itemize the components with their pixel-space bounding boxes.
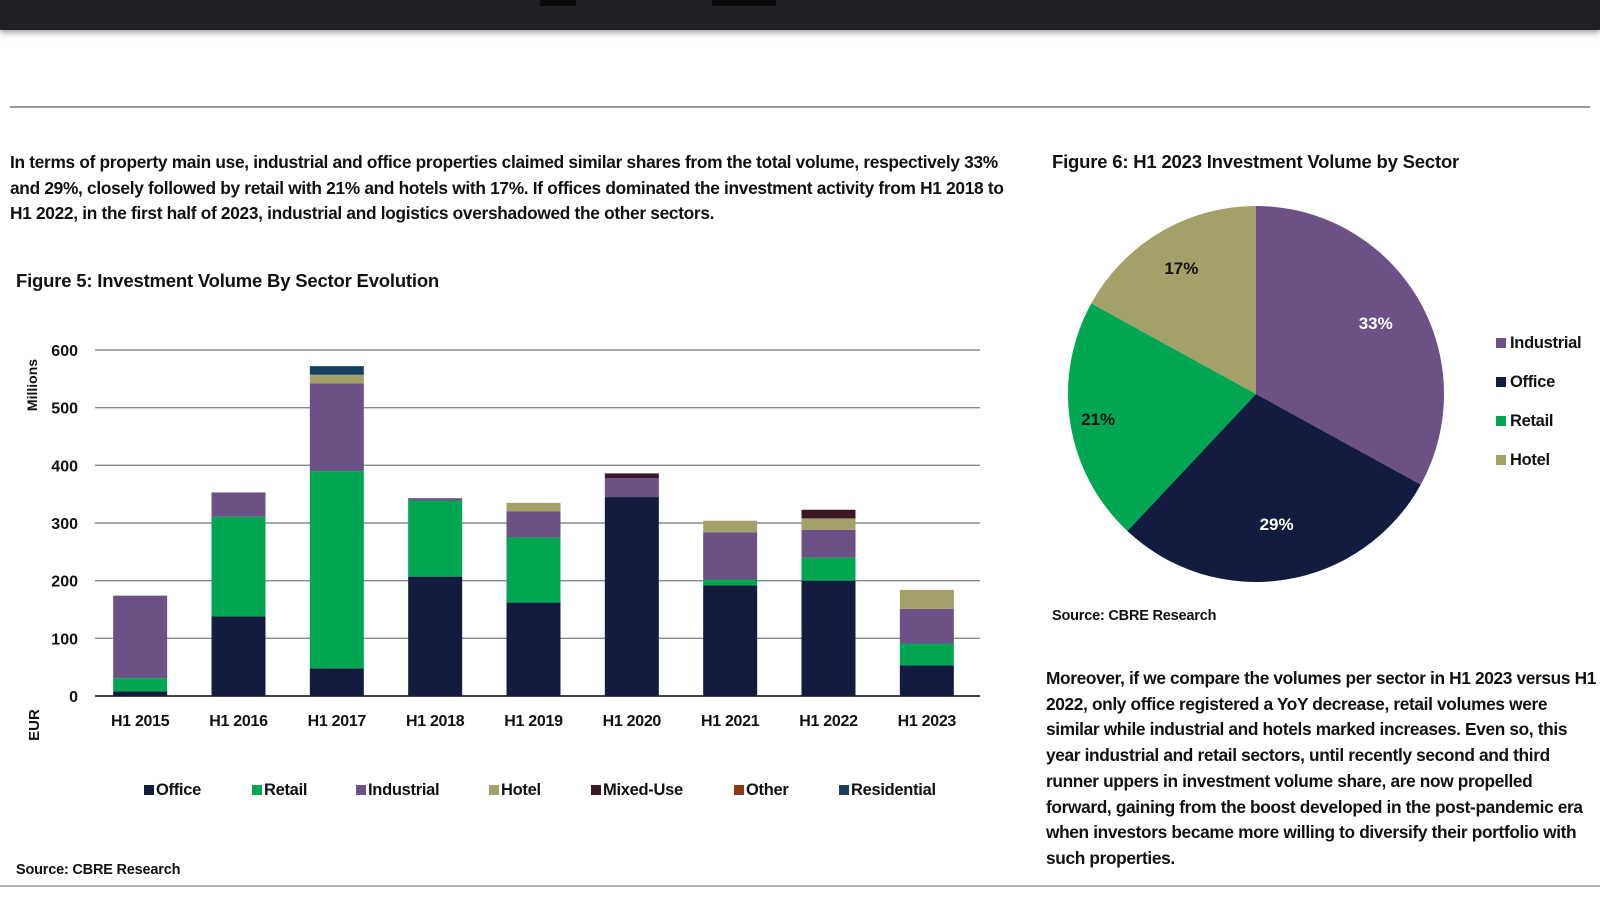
- page-divider: [10, 106, 1590, 108]
- bar-segment-industrial: [899, 608, 954, 644]
- legend-label: Mixed-Use: [603, 781, 683, 799]
- x-tick-label: H1 2018: [406, 713, 465, 730]
- figure6-title: Figure 6: H1 2023 Investment Volume by S…: [1052, 151, 1460, 172]
- x-tick-label: H1 2017: [308, 713, 367, 730]
- legend-label: Industrial: [1510, 334, 1581, 352]
- figure5-source: Source: CBRE Research: [16, 862, 181, 878]
- y-tick-label: 600: [51, 343, 78, 360]
- legend-label: Retail: [1510, 412, 1553, 430]
- pie-data-label: 33%: [1359, 314, 1393, 333]
- legend-swatch-mixed-use: [591, 785, 601, 795]
- pie-data-label: 17%: [1164, 259, 1198, 278]
- bar-segment-mixed-use: [604, 473, 659, 479]
- legend-label: Hotel: [1510, 451, 1550, 469]
- pie-data-label: 21%: [1081, 410, 1115, 429]
- bar-segment-retail: [113, 678, 168, 692]
- bar-segment-hotel: [506, 502, 561, 512]
- legend-label: Office: [156, 781, 201, 799]
- y-tick-label: 400: [51, 458, 78, 475]
- bottom-divider: [0, 885, 1600, 887]
- x-tick-label: H1 2022: [799, 713, 858, 730]
- bar-segment-industrial: [408, 498, 463, 501]
- legend-label: Hotel: [501, 781, 541, 799]
- bar-segment-retail: [703, 579, 758, 586]
- y-tick-label: 200: [51, 574, 78, 591]
- bar-segment-retail: [309, 471, 364, 669]
- bar-segment-office: [604, 497, 659, 696]
- bar-segment-industrial: [113, 595, 168, 679]
- bar-segment-industrial: [506, 511, 561, 538]
- y-tick-label: 500: [51, 401, 78, 418]
- x-tick-label: H1 2020: [603, 713, 662, 730]
- legend-label: Industrial: [368, 781, 439, 799]
- y-tick-label: 0: [69, 689, 78, 706]
- bar-segment-retail: [408, 500, 463, 577]
- bar-segment-industrial: [309, 383, 364, 472]
- x-tick-label: H1 2016: [209, 713, 268, 730]
- figure6-source: Source: CBRE Research: [1052, 608, 1217, 624]
- x-tick-label: H1 2021: [701, 713, 760, 730]
- legend-swatch-hotel: [1496, 455, 1506, 465]
- legend-label: Residential: [851, 781, 936, 799]
- bar-segment-industrial: [211, 492, 266, 517]
- y-tick-label: 300: [51, 516, 78, 533]
- legend-swatch-industrial: [356, 785, 366, 795]
- legend-swatch-industrial: [1496, 338, 1506, 348]
- bar-segment-mixed-use: [801, 509, 856, 519]
- legend-label: Other: [746, 781, 789, 799]
- legend-label: Retail: [264, 781, 307, 799]
- bar-segment-hotel: [309, 374, 364, 384]
- top-bar-tab-fragment: [712, 0, 776, 6]
- top-bar-tab-fragment: [540, 0, 576, 6]
- bar-segment-hotel: [801, 518, 856, 530]
- y-tick-label: 100: [51, 631, 78, 648]
- bar-segment-retail: [899, 643, 954, 666]
- window-top-bar: [0, 0, 1600, 30]
- x-tick-label: H1 2019: [504, 713, 563, 730]
- legend-swatch-residential: [839, 785, 849, 795]
- bar-segment-office: [113, 691, 168, 696]
- bar-segment-office: [211, 616, 266, 696]
- bar-chart: 0 100 200 300 400 500 600 Millions EUR H1 2015 H1 …: [24, 343, 980, 799]
- x-tick-label: H1 2015: [111, 713, 170, 730]
- figure5-title: Figure 5: Investment Volume By Sector Ev…: [16, 270, 440, 291]
- y-axis-unit-label: EUR: [26, 709, 43, 741]
- bar-segment-retail: [506, 537, 561, 603]
- intro-paragraph: In terms of property main use, industria…: [10, 152, 1004, 223]
- bar-segment-retail: [211, 516, 266, 617]
- legend-swatch-office: [1496, 377, 1506, 387]
- bar-segment-industrial: [703, 532, 758, 580]
- bar-segment-residential: [309, 366, 364, 375]
- bar-segment-retail: [801, 557, 856, 581]
- bar-segment-hotel: [899, 589, 954, 609]
- legend-swatch-other: [734, 785, 744, 795]
- x-tick-label: H1 2023: [898, 713, 957, 730]
- pie-chart: 33% 29% 21% 17% Industrial Office Retail Hotel: [1068, 206, 1582, 582]
- bar-segment-office: [801, 580, 856, 696]
- legend-label: Office: [1510, 373, 1555, 391]
- bar-segment-office: [506, 602, 561, 696]
- y-axis-label: Millions: [24, 359, 40, 411]
- bar-segment-office: [703, 585, 758, 696]
- legend-swatch-hotel: [489, 785, 499, 795]
- bar-segment-industrial: [604, 478, 659, 498]
- bar-segment-office: [899, 665, 954, 696]
- pie-data-label: 29%: [1260, 515, 1294, 534]
- bar-segment-office: [309, 668, 364, 696]
- legend-swatch-retail: [252, 785, 262, 795]
- bar-segment-office: [408, 576, 463, 696]
- analysis-paragraph: Moreover, if we compare the volumes per …: [1046, 668, 1596, 868]
- bar-segment-industrial: [801, 529, 856, 558]
- legend-swatch-retail: [1496, 416, 1506, 426]
- bar-segment-hotel: [703, 520, 758, 533]
- legend-swatch-office: [144, 785, 154, 795]
